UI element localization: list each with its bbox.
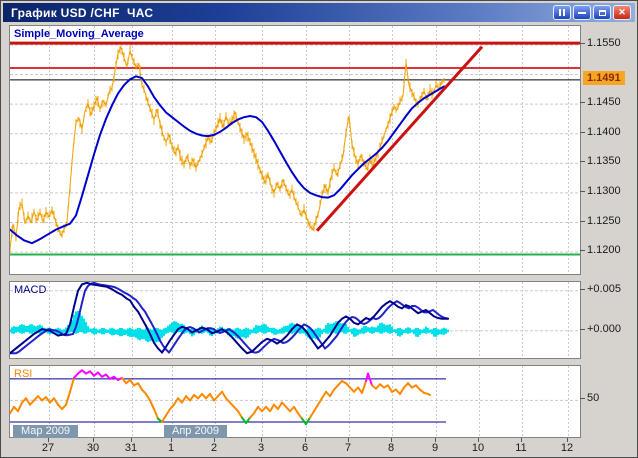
rsi-canvas[interactable]	[10, 366, 580, 437]
month-label: Мар 2009	[13, 425, 78, 438]
month-label: Апр 2009	[164, 425, 227, 438]
pause-icon	[559, 9, 561, 16]
day-label: 6	[292, 442, 318, 454]
day-label: 30	[80, 442, 106, 454]
price-axis-label: 1.1350	[587, 155, 621, 167]
day-label: 8	[378, 442, 404, 454]
rsi-label: RSI	[14, 368, 32, 380]
day-label: 1	[158, 442, 184, 454]
macd-canvas[interactable]	[10, 282, 580, 358]
macd-label: MACD	[14, 284, 46, 296]
price-chart-canvas[interactable]	[10, 26, 580, 274]
day-label: 9	[422, 442, 448, 454]
day-label: 7	[335, 442, 361, 454]
chart-window: График USD /CHF ЧАС ✕ Simple_Moving_Aver…	[0, 0, 638, 458]
price-axis-label: 1.1400	[587, 126, 621, 138]
minimize-icon	[578, 12, 586, 14]
pause-button[interactable]	[553, 5, 571, 20]
titlebar[interactable]: График USD /CHF ЧАС ✕	[3, 3, 635, 22]
close-button[interactable]: ✕	[613, 5, 631, 20]
price-axis-label: 1.1300	[587, 185, 621, 197]
current-price-label: 1.1491	[583, 71, 625, 85]
day-label: 3	[248, 442, 274, 454]
minimize-button[interactable]	[573, 5, 591, 20]
day-label: 12	[554, 442, 580, 454]
window-title: График USD /CHF ЧАС	[3, 6, 153, 20]
day-label: 11	[508, 442, 534, 454]
macd-axis-label: +0.000	[587, 323, 621, 335]
day-label: 31	[118, 442, 144, 454]
macd-axis-label: +0.005	[587, 283, 621, 295]
price-axis-label: 1.1250	[587, 215, 621, 227]
price-axis-label: 1.1450	[587, 96, 621, 108]
maximize-button[interactable]	[593, 5, 611, 20]
close-icon: ✕	[618, 8, 626, 17]
day-label: 27	[35, 442, 61, 454]
day-label: 2	[201, 442, 227, 454]
window-controls: ✕	[553, 5, 631, 20]
macd-panel[interactable]	[9, 281, 581, 359]
day-label: 10	[465, 442, 491, 454]
rsi-panel[interactable]	[9, 365, 581, 438]
price-chart-panel[interactable]	[9, 25, 581, 275]
maximize-icon	[599, 10, 606, 16]
price-axis-label: 1.1200	[587, 244, 621, 256]
sma-label: Simple_Moving_Average	[14, 28, 144, 40]
price-axis-label: 1.1550	[587, 37, 621, 49]
rsi-axis-label: 50	[587, 392, 599, 404]
